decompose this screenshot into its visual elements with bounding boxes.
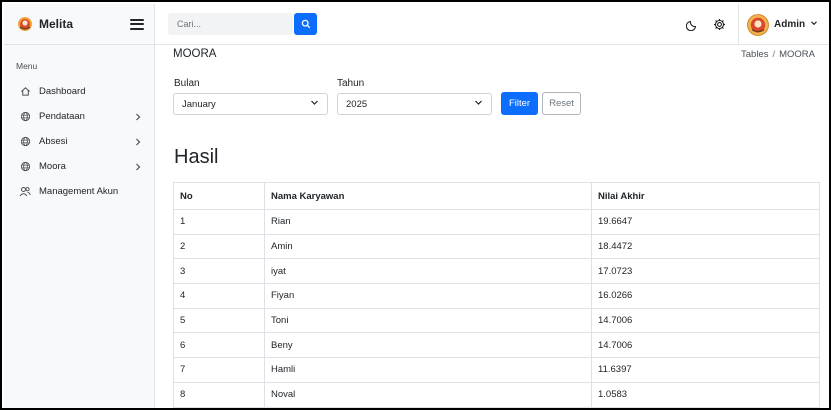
column-header-nama-karyawan: Nama Karyawan [264,182,592,210]
sidebar-item-absesi[interactable]: Absesi [4,129,154,154]
sidebar-item-moora[interactable]: Moora [4,154,154,179]
cell-no: 8 [173,381,265,408]
hamburger-menu-icon[interactable] [130,17,144,31]
chevron-right-icon [134,163,142,171]
user-menu[interactable]: Admin [738,4,829,45]
cell-nilai: 16.0266 [591,283,820,309]
cell-nama: iyat [264,258,592,285]
table-row: 2 Amin 18.4472 [173,233,820,260]
search-input[interactable] [168,13,293,35]
cell-nilai: 11.6397 [591,357,820,383]
gear-icon[interactable] [713,18,726,31]
chevron-right-icon [134,113,142,121]
cell-nilai: 1.0583 [591,381,820,408]
sidebar-item-management-akun[interactable]: Management Akun [4,179,154,204]
avatar [747,13,769,36]
sidebar: Melita Menu Dashboard Pendataan Absesi M… [4,4,155,408]
globe-icon [19,136,31,148]
breadcrumb-item-tables[interactable]: Tables [741,49,768,60]
home-icon [19,86,31,98]
cell-nama: Amin [264,233,592,260]
cell-no: 4 [173,283,265,309]
users-icon [19,186,31,198]
dark-mode-moon-icon[interactable] [685,18,699,32]
table-row: 7 Hamli 11.6397 [173,357,820,383]
table-header-row: No Nama Karyawan Nilai Akhir [173,182,820,210]
cell-no: 1 [173,209,265,235]
tahun-label: Tahun [337,78,365,89]
results-table-wrap: No Nama Karyawan Nilai Akhir 1 Rian 19.6… [173,182,820,408]
cell-no: 3 [173,258,265,285]
globe-icon [19,111,31,123]
chevron-down-icon [474,98,483,110]
cell-nama: Toni [264,307,592,334]
bulan-select-value: January [182,98,216,110]
cell-nilai: 18.4472 [591,233,820,260]
cell-no: 6 [173,332,265,359]
bulan-label: Bulan [174,78,200,89]
cell-nilai: 14.7006 [591,307,820,334]
user-name: Admin [774,19,806,30]
cell-nama: Hamli [264,357,592,383]
sidebar-item-dashboard[interactable]: Dashboard [4,79,154,104]
chevron-down-icon [810,19,818,30]
tahun-select[interactable]: 2025 [337,93,492,115]
table-row: 4 Fiyan 16.0266 [173,283,820,309]
sidebar-item-label: Moora [39,161,66,172]
cell-nilai: 19.6647 [591,209,820,235]
breadcrumb-separator: / [772,49,776,60]
results-title: Hasil [174,146,219,168]
cell-no: 5 [173,307,265,334]
column-header-no: No [173,182,265,210]
topbar: Admin [155,4,829,45]
globe-icon [19,161,31,173]
bulan-select[interactable]: January [173,93,328,115]
table-row: 1 Rian 19.6647 [173,209,820,235]
sidebar-item-label: Dashboard [39,86,86,97]
cell-nilai: 14.7006 [591,332,820,359]
search-icon [301,19,310,29]
sidebar-item-label: Absesi [39,136,68,147]
sidebar-item-pendataan[interactable]: Pendataan [4,104,154,129]
results-table: No Nama Karyawan Nilai Akhir 1 Rian 19.6… [173,182,820,408]
table-row: 5 Toni 14.7006 [173,307,820,334]
cell-nama: Rian [264,209,592,235]
table-row: 8 Noval 1.0583 [173,381,820,408]
app-window: Melita Menu Dashboard Pendataan Absesi M… [0,0,831,410]
table-row: 3 iyat 17.0723 [173,258,820,285]
cell-no: 2 [173,233,265,260]
cell-nama: Fiyan [264,283,592,309]
brand-row: Melita [4,4,154,45]
sidebar-item-label: Management Akun [39,186,119,197]
table-row: 6 Beny 14.7006 [173,332,820,359]
tahun-select-value: 2025 [346,98,368,110]
cell-nama: Beny [264,332,592,359]
cell-nilai: 17.0723 [591,258,820,285]
reset-button[interactable]: Reset [542,92,581,115]
chevron-down-icon [310,98,319,110]
menu-heading: Menu [16,61,38,71]
chevron-right-icon [134,138,142,146]
brand-name[interactable]: Melita [39,17,130,31]
page-title: MOORA [173,48,217,60]
search-button[interactable] [294,13,317,35]
breadcrumb: Tables / MOORA [741,49,815,60]
cell-no: 7 [173,357,265,383]
cell-nama: Noval [264,381,592,408]
melita-logo-icon [17,16,33,32]
column-header-nilai-akhir: Nilai Akhir [591,182,820,210]
sidebar-item-label: Pendataan [39,111,85,122]
filter-button[interactable]: Filter [501,92,538,115]
breadcrumb-item-current: MOORA [779,49,815,60]
